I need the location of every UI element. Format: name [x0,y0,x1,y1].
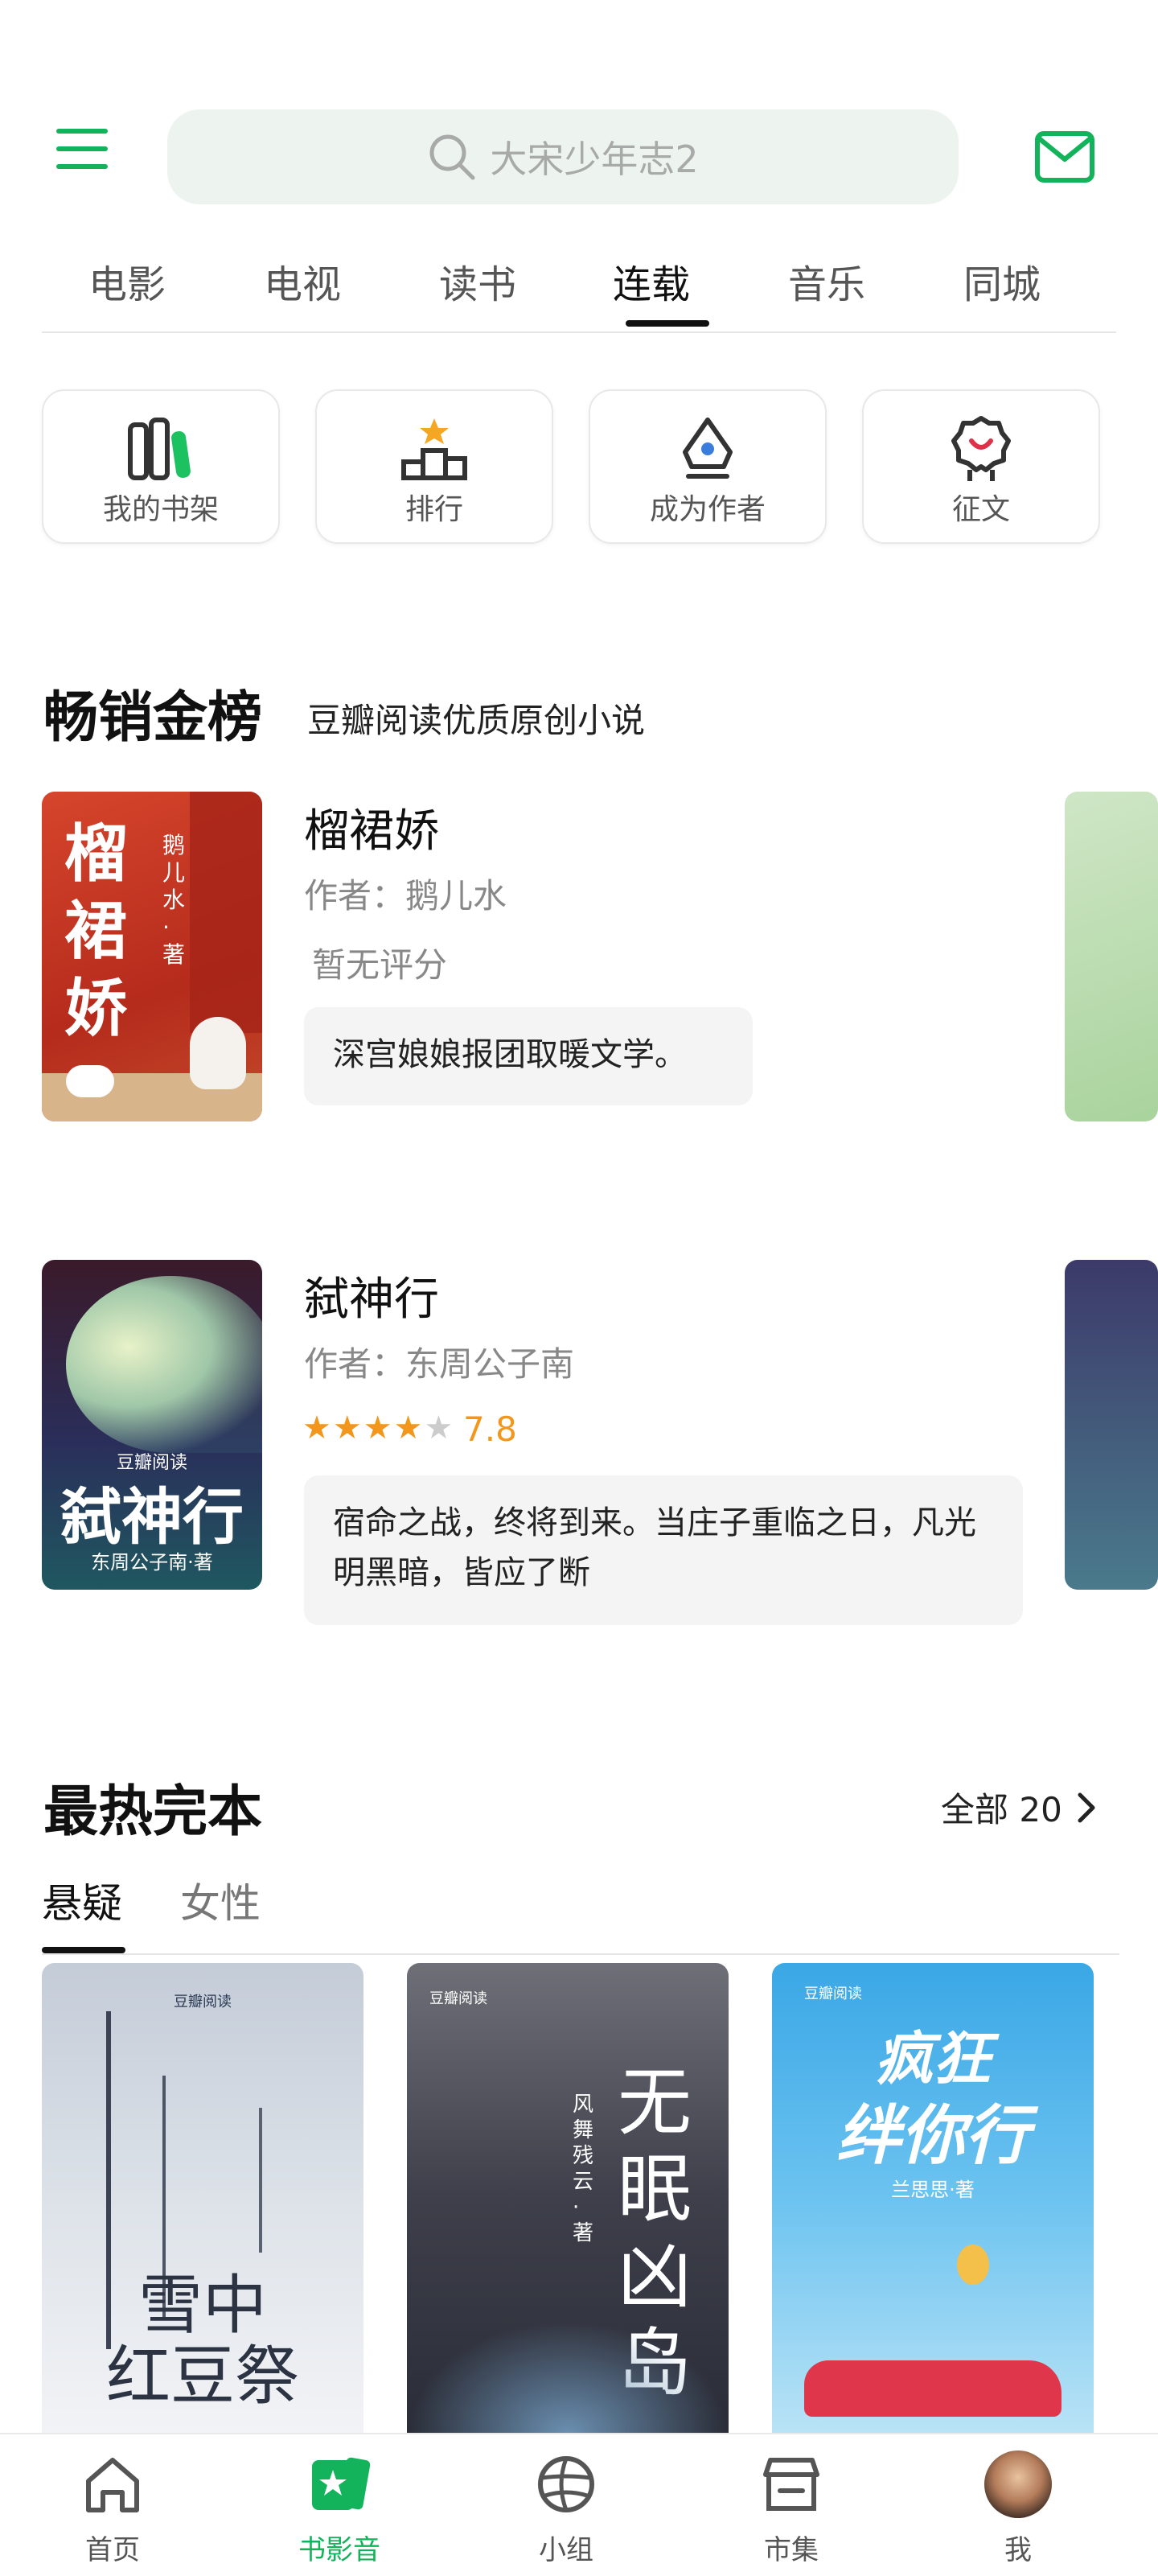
tab-movie[interactable]: 电影 [88,253,166,309]
book-title[interactable]: 榴裙娇 [304,795,439,860]
cover-author: 风舞残云·著 [573,2092,594,2245]
nav-market[interactable]: 市集 [711,2434,872,2576]
quick-label: 我的书架 [102,493,219,526]
search-icon [429,134,475,180]
rating-stars: ★★★★★ [302,1409,455,1446]
tab-music[interactable]: 音乐 [788,253,865,309]
avatar [984,2450,1052,2518]
cover-title-2: 绊你行 [836,2098,1029,2173]
hot-book-cover-2[interactable]: 豆瓣阅读 无眠凶岛 风舞残云·著 [407,1963,729,2433]
tab-serial[interactable]: 连载 [613,253,690,309]
book-cover-peek[interactable] [1065,1260,1158,1590]
cover-title-2: 红豆祭 [106,2339,299,2413]
book-description: 宿命之战，终将到来。当庄子重临之日，凡光明黑暗，皆应了断 [304,1475,1023,1625]
nav-label: 首页 [85,2534,140,2566]
cover-title-1: 雪中 [138,2268,267,2343]
tab-books[interactable]: 读书 [439,253,516,309]
book-author: 作者：鹅儿水 [304,876,507,916]
pen-nib-icon [683,418,733,479]
book-title[interactable]: 弑神行 [304,1263,439,1328]
nav-groups[interactable]: 小组 [486,2434,647,2576]
cover-brand: 豆瓣阅读 [429,1990,487,2007]
quick-ranking[interactable]: 排行 [315,389,553,544]
book-description: 深宫娘娘报团取暖文学。 [304,1007,753,1105]
nav-me[interactable]: 我 [938,2434,1098,2576]
award-badge-icon [951,416,1011,481]
hot-book-cover-1[interactable]: 豆瓣阅读 雪中 红豆祭 [42,1963,363,2433]
chevron-right-icon [1078,1792,1095,1822]
tab-tv[interactable]: 电视 [264,253,341,309]
quick-label: 征文 [951,493,1010,526]
mail-icon[interactable] [1034,130,1095,183]
tab-suspense[interactable]: 悬疑 [42,1871,122,1929]
see-all-link[interactable]: 全部 20 [941,1783,1101,1832]
search-input[interactable]: 大宋少年志2 [167,109,959,204]
see-all-label: 全部 20 [941,1790,1062,1829]
quick-bookshelf[interactable]: 我的书架 [42,389,280,544]
book-author: 作者：东周公子南 [304,1344,575,1384]
hot-book-cover-3[interactable]: 豆瓣阅读 疯狂 绊你行 兰思思·著 [772,1963,1094,2433]
section-title-hot-complete: 最热完本 [43,1780,263,1844]
rating-score: 7.8 [463,1409,517,1449]
quick-label: 成为作者 [649,493,766,526]
tab-female[interactable]: 女性 [180,1871,261,1929]
cover-author: 东周公子南·著 [91,1551,213,1574]
book-cover-1[interactable]: 榴裙娇 鹅儿水·著 [42,792,262,1121]
cover-author: 鹅儿水·著 [162,832,186,968]
menu-icon[interactable] [56,129,108,174]
quick-label: 排行 [404,493,463,526]
cover-author: 兰思思·著 [891,2179,975,2201]
nav-label: 市集 [764,2534,819,2566]
ranking-podium-icon [401,418,467,480]
quick-contest[interactable]: 征文 [862,389,1100,544]
home-icon [86,2458,139,2512]
cover-title: 榴裙娇 [64,817,128,1045]
tab-local[interactable]: 同城 [963,253,1041,309]
nav-label: 我 [1004,2534,1032,2566]
active-subtab-indicator [42,1947,125,1953]
category-tabs: 电影 电视 读书 连载 音乐 同城 [42,241,1116,333]
bottom-nav: 首页 书影音 小组 市集 我 [0,2433,1158,2576]
genre-tabs: 悬疑 女性 [42,1863,1119,1955]
nav-label: 小组 [539,2534,593,2566]
cover-brand: 豆瓣阅读 [174,1994,232,2010]
rating-text: 暂无评分 [312,945,448,985]
section-title-bestsellers: 畅销金榜 [43,686,263,750]
cover-title: 弑神行 [60,1481,244,1553]
nav-media[interactable]: 书影音 [259,2434,420,2576]
nav-home[interactable]: 首页 [32,2434,193,2576]
book-cover-peek[interactable] [1065,792,1158,1121]
nav-label: 书影音 [298,2534,380,2566]
star-tickets-icon [312,2457,371,2510]
market-stall-icon [763,2458,819,2511]
cover-brand: 豆瓣阅读 [804,1985,862,2002]
book-cover-2[interactable]: 豆瓣阅读 弑神行 东周公子南·著 [42,1260,262,1590]
section-subtitle: 豆瓣阅读优质原创小说 [307,701,646,740]
quick-become-author[interactable]: 成为作者 [589,389,827,544]
bookshelf-icon [128,418,191,480]
active-tab-indicator [626,320,709,327]
group-ball-icon [538,2456,594,2512]
search-placeholder: 大宋少年志2 [490,138,699,181]
